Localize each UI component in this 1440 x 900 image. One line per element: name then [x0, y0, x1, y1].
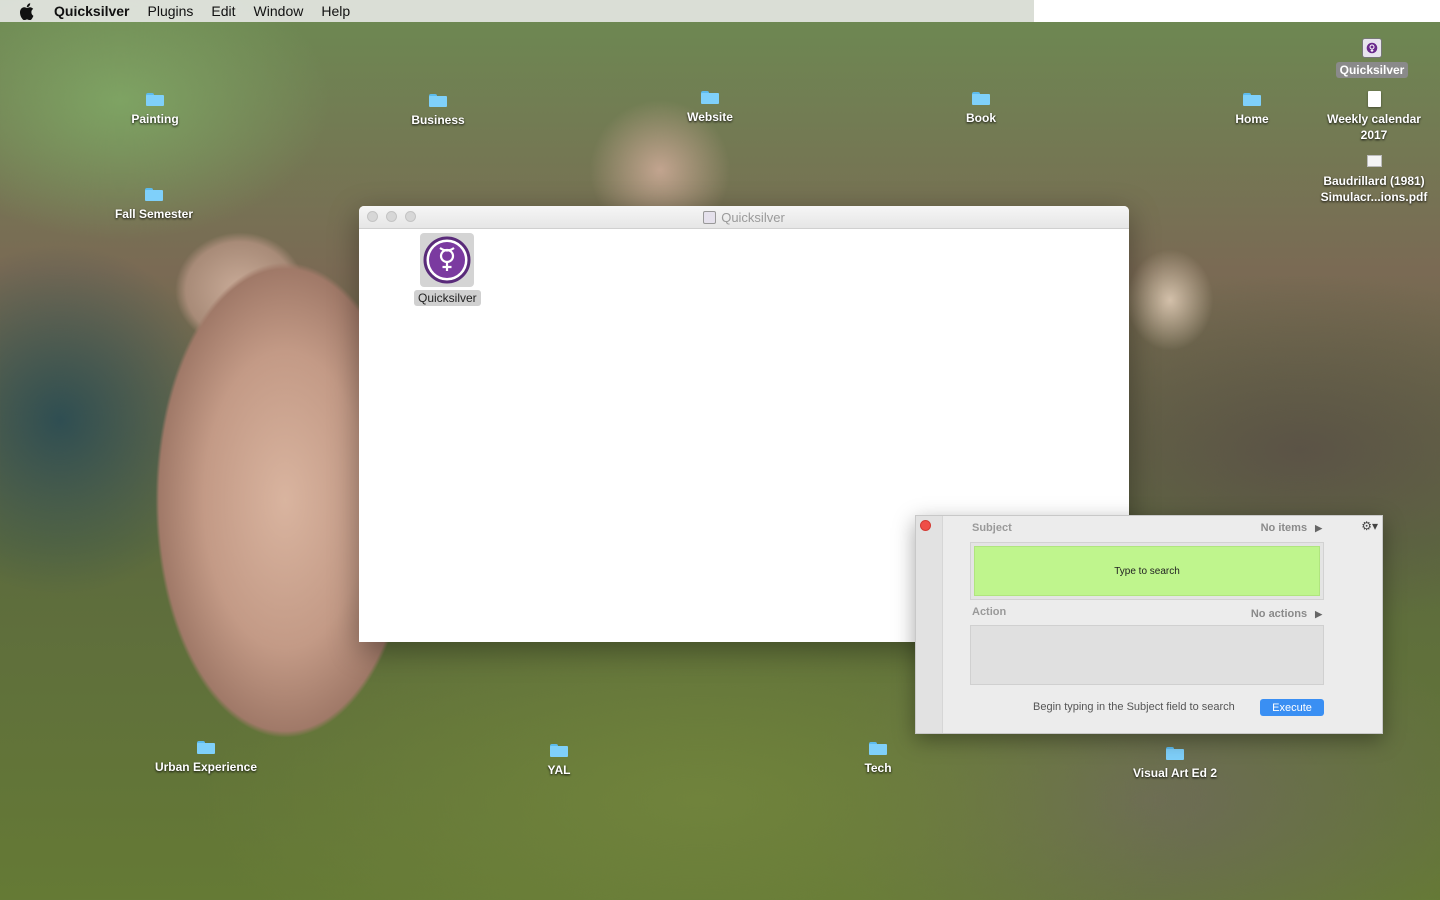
- panel-close-button[interactable]: [920, 520, 931, 531]
- action-status-text: No actions: [1250, 608, 1308, 620]
- finder-item-label: Quicksilver: [414, 290, 481, 306]
- menu-app-name[interactable]: Quicksilver: [54, 3, 130, 19]
- desktop-folder-label: Website: [687, 110, 733, 124]
- desktop-folder-business[interactable]: Business: [368, 94, 508, 128]
- desktop-folder-label: Painting: [131, 112, 179, 126]
- subject-label: Subject: [972, 522, 1012, 534]
- desktop-folder-label: Urban Experience: [154, 760, 258, 774]
- panel-hint: Begin typing in the Subject field to sea…: [1033, 701, 1235, 713]
- apple-menu-icon[interactable]: [19, 2, 37, 20]
- gear-icon[interactable]: ⚙▾: [1361, 519, 1378, 533]
- action-status[interactable]: No actions ▶: [1251, 608, 1322, 620]
- folder-icon: [146, 93, 164, 106]
- quicksilver-title-icon: [703, 210, 717, 224]
- window-title-text: Quicksilver: [721, 209, 785, 225]
- pdf-icon: [1366, 155, 1382, 167]
- close-button[interactable]: [367, 211, 378, 222]
- document-icon: [1367, 91, 1381, 107]
- quicksilver-app-icon: [420, 233, 475, 287]
- desktop-app-label: Quicksilver: [1335, 62, 1409, 78]
- subject-status[interactable]: No items ▶: [1261, 522, 1322, 534]
- menu-help[interactable]: Help: [321, 3, 350, 19]
- folder-icon: [972, 92, 990, 105]
- desktop-folder-visual-art-ed-2[interactable]: Visual Art Ed 2: [1105, 747, 1245, 781]
- action-pane[interactable]: [970, 625, 1324, 685]
- desktop-file-baudrillard-pdf[interactable]: Baudrillard (1981) Simulacr...ions.pdf: [1304, 155, 1440, 205]
- triangle-right-icon: ▶: [1315, 522, 1322, 533]
- finder-titlebar[interactable]: Quicksilver: [359, 206, 1129, 229]
- folder-icon: [429, 94, 447, 107]
- menu-bar-extras-area: [1034, 0, 1440, 22]
- desktop-folder-label: Home: [1235, 112, 1269, 126]
- window-controls: [367, 211, 424, 222]
- desktop-folder-book[interactable]: Book: [911, 92, 1051, 126]
- desktop-folder-urban-experience[interactable]: Urban Experience: [136, 741, 276, 775]
- triangle-right-icon: ▶: [1315, 608, 1322, 619]
- menu-bar: Quicksilver Plugins Edit Window Help: [0, 0, 1440, 22]
- desktop-folder-label: Business: [411, 113, 465, 127]
- minimize-button[interactable]: [386, 211, 397, 222]
- search-placeholder: Type to search: [1114, 565, 1180, 577]
- desktop-folder-fall-semester[interactable]: Fall Semester: [84, 188, 224, 222]
- folder-icon: [1166, 747, 1184, 760]
- zoom-button[interactable]: [405, 211, 416, 222]
- folder-icon: [1243, 93, 1261, 106]
- desktop-file-label: Weekly calendar 2017: [1327, 112, 1421, 142]
- folder-icon: [869, 742, 887, 755]
- desktop-folder-tech[interactable]: Tech: [808, 742, 948, 776]
- folder-icon: [701, 91, 719, 104]
- desktop-file-weekly-calendar[interactable]: Weekly calendar 2017: [1304, 91, 1440, 143]
- desktop-folder-label: Tech: [864, 761, 892, 775]
- quicksilver-command-panel: ⚙▾ Subject No items ▶ Type to search Act…: [915, 515, 1383, 734]
- execute-button[interactable]: Execute: [1260, 699, 1324, 716]
- subject-pane: Type to search: [970, 542, 1324, 600]
- menu-window[interactable]: Window: [254, 3, 304, 19]
- desktop-file-label: Baudrillard (1981) Simulacr...ions.pdf: [1320, 174, 1428, 204]
- window-title: Quicksilver: [703, 210, 785, 225]
- folder-icon: [197, 741, 215, 754]
- subject-status-text: No items: [1260, 522, 1308, 534]
- desktop-folder-label: Visual Art Ed 2: [1132, 766, 1218, 780]
- panel-sidebar: [916, 516, 943, 733]
- finder-item-quicksilver[interactable]: Quicksilver: [414, 233, 481, 306]
- desktop-folder-website[interactable]: Website: [640, 91, 780, 125]
- desktop-folder-home[interactable]: Home: [1182, 93, 1322, 127]
- desktop-app-quicksilver[interactable]: Quicksilver: [1302, 38, 1440, 78]
- desktop-folder-label: YAL: [547, 763, 571, 777]
- action-label: Action: [972, 606, 1007, 618]
- desktop-folder-label: Fall Semester: [114, 207, 194, 221]
- folder-icon: [145, 188, 163, 201]
- desktop-folder-painting[interactable]: Painting: [85, 93, 225, 127]
- menu-plugins[interactable]: Plugins: [148, 3, 194, 19]
- quicksilver-app-icon: [1362, 38, 1382, 58]
- subject-search-field[interactable]: Type to search: [974, 546, 1320, 596]
- desktop-folder-yal[interactable]: YAL: [489, 744, 629, 778]
- menu-edit[interactable]: Edit: [211, 3, 235, 19]
- folder-icon: [550, 744, 568, 757]
- desktop-folder-label: Book: [966, 111, 996, 125]
